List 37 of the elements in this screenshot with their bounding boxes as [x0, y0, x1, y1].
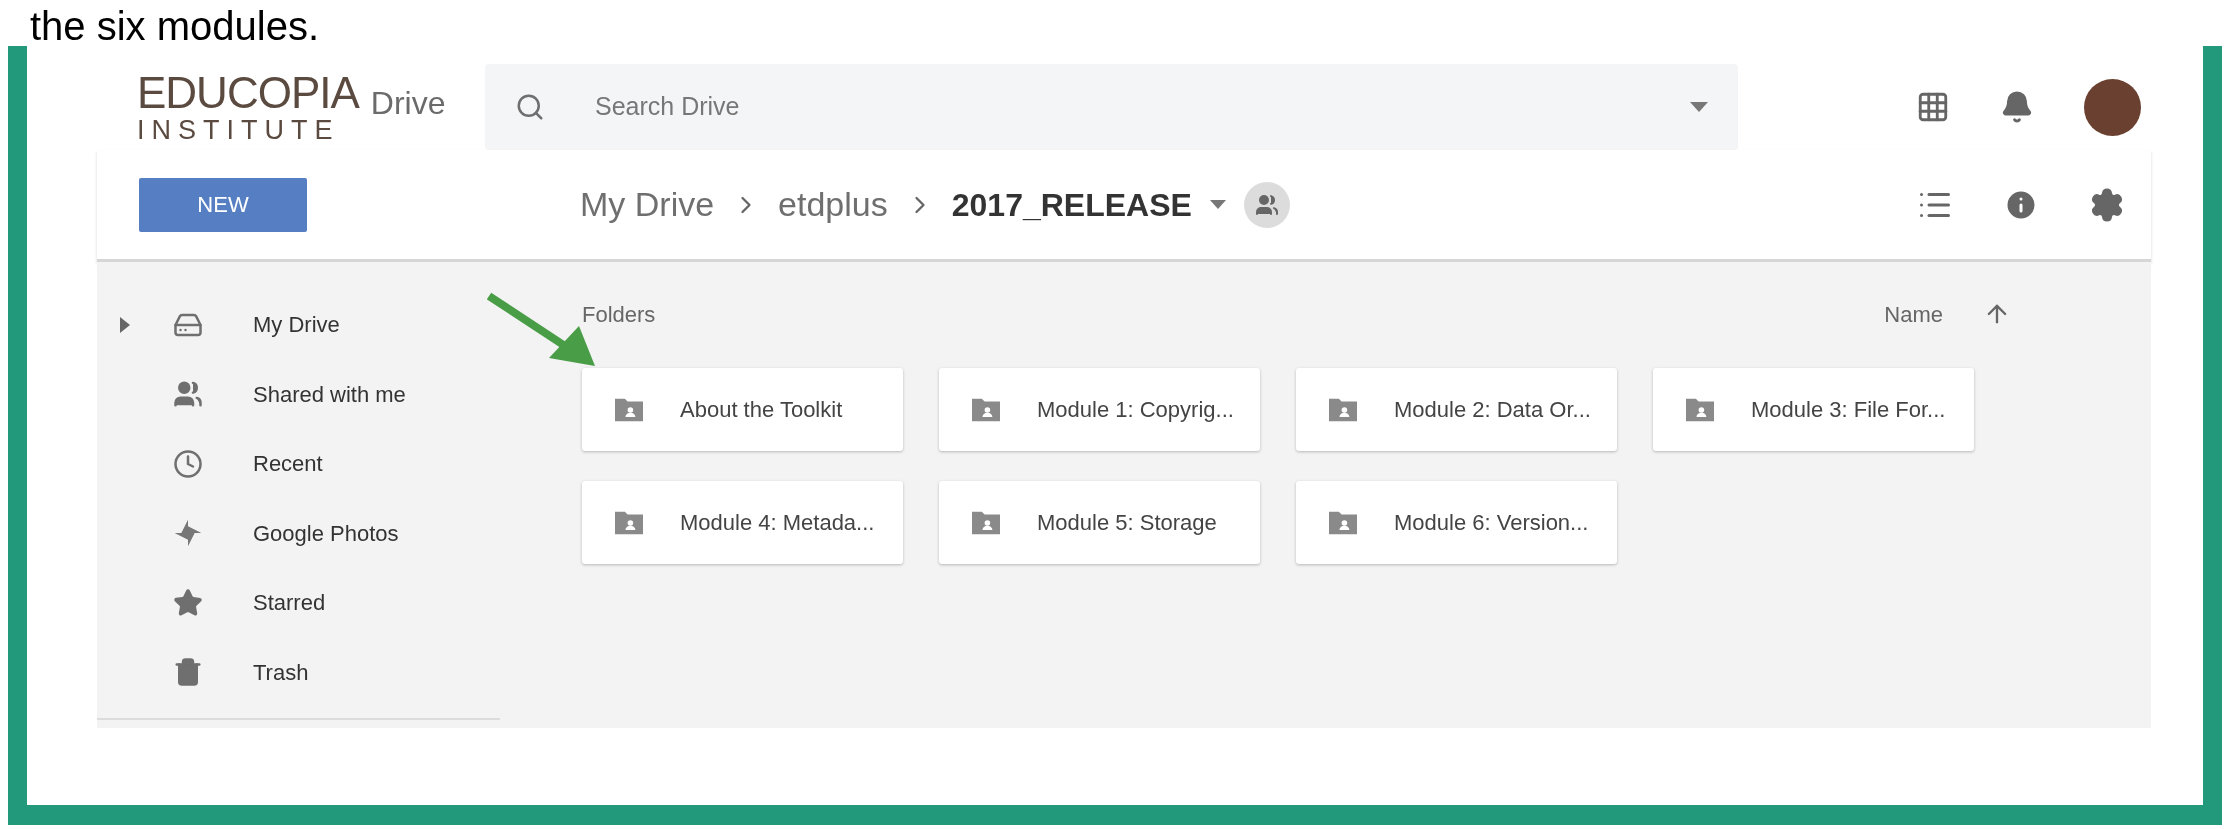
star-icon	[173, 587, 203, 618]
folder-card[interactable]: Module 5: Storage	[939, 481, 1260, 564]
sidebar-item[interactable]: Shared with me	[97, 359, 500, 429]
apps-grid-icon[interactable]	[1916, 90, 1950, 124]
folder-card[interactable]: Module 2: Data Or...	[1296, 368, 1617, 451]
caption-text: the six modules.	[30, 6, 320, 46]
folder-card[interactable]: Module 1: Copyrig...	[939, 368, 1260, 451]
caret-icon[interactable]	[1209, 200, 1226, 209]
sidebar-item[interactable]: Recent	[97, 429, 500, 499]
folder-card[interactable]: Module 6: Version...	[1296, 481, 1617, 564]
sort-label[interactable]: Name	[1884, 297, 1943, 331]
folder-card[interactable]: Module 3: File For...	[1653, 368, 1974, 451]
new-button[interactable]: NEW	[139, 177, 307, 232]
logo-subtitle: INSTITUTE	[137, 116, 341, 144]
people-icon	[1254, 192, 1279, 217]
section-label: Folders	[582, 300, 656, 329]
notifications-icon[interactable]	[2000, 90, 2034, 124]
settings-icon[interactable]	[2089, 186, 2125, 223]
logo-name: EDUCOPIA	[137, 70, 359, 115]
search-icon	[515, 92, 545, 122]
sidebar-item[interactable]: Google Photos	[97, 498, 500, 568]
product-name: Drive	[370, 83, 446, 123]
folder-card[interactable]: Module 4: Metada...	[582, 481, 903, 564]
breadcrumb-item[interactable]: etdplus	[778, 179, 888, 230]
search-input[interactable]: Search Drive	[595, 88, 1640, 126]
clock-icon	[173, 448, 203, 479]
sidebar-item[interactable]: Starred	[97, 568, 500, 638]
trash-icon	[173, 657, 203, 688]
caret-icon[interactable]	[1690, 102, 1708, 112]
search-bar[interactable]: Search Drive	[485, 64, 1738, 150]
breadcrumb-item[interactable]: My Drive	[580, 179, 715, 230]
folder-card[interactable]: About the Toolkit	[582, 368, 903, 451]
sidebar-item[interactable]: Trash	[97, 637, 500, 707]
expand-arrow-icon[interactable]	[120, 316, 130, 333]
breadcrumb-item[interactable]: 2017_RELEASE	[951, 180, 1192, 229]
avatar[interactable]	[2084, 78, 2141, 136]
sidebar-item[interactable]: My Drive	[97, 290, 500, 360]
